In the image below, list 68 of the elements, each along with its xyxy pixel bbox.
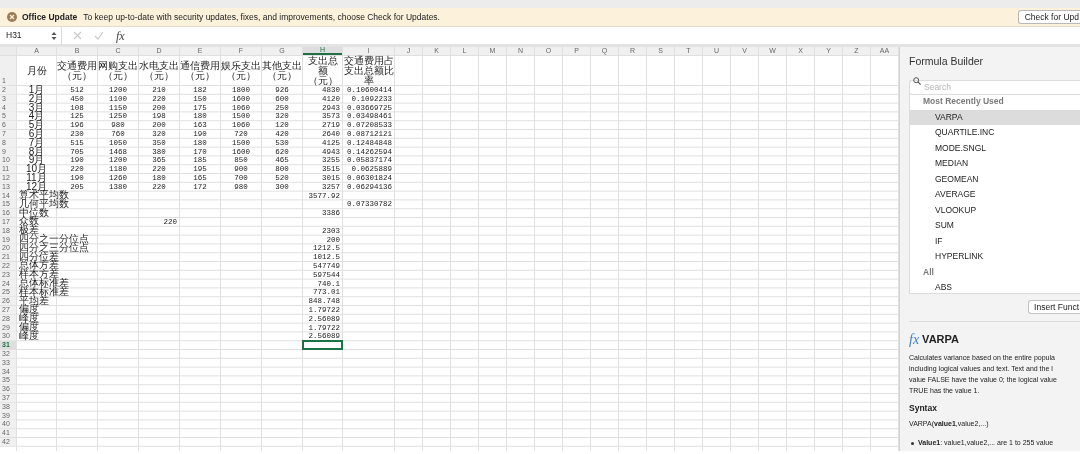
table-cell-text: 12月 bbox=[25, 182, 48, 191]
function-list-item[interactable]: GEOMEAN bbox=[910, 171, 1080, 187]
function-list-item[interactable]: MEDIAN bbox=[910, 156, 1080, 172]
table-cell-text: 2月 bbox=[27, 94, 46, 103]
table-cell: 样本方差 bbox=[19, 269, 59, 279]
table-cell: 偏度 bbox=[19, 305, 39, 314]
list-section-header: Most Recently Used bbox=[922, 95, 1005, 109]
function-list-item[interactable]: MODE.SNGL bbox=[910, 140, 1080, 156]
function-list-item[interactable]: IF bbox=[910, 233, 1080, 249]
table-cell: 总体方差 bbox=[19, 261, 59, 270]
table-cell-text: 网购支出（元） bbox=[98, 58, 138, 83]
table-cell-text: 11月 bbox=[25, 174, 48, 182]
bullet-icon bbox=[911, 442, 914, 445]
table-cell-text: 6月 bbox=[27, 130, 46, 138]
table-cell-text: 水电支出（元） bbox=[139, 58, 179, 83]
table-cell-text: 8月 bbox=[27, 147, 46, 156]
table-cell-text: 其他支出（元） bbox=[262, 58, 302, 83]
notification-title: Office Update bbox=[22, 10, 78, 24]
table-cell: 平均差 bbox=[19, 296, 49, 305]
insert-function-button[interactable]: fx bbox=[116, 26, 125, 45]
function-list-item[interactable]: AVERAGE bbox=[910, 187, 1080, 203]
function-list-item[interactable]: HYPERLINK bbox=[910, 249, 1080, 265]
table-cell: 几何平均数 bbox=[19, 199, 69, 209]
function-list-item[interactable]: VARPA bbox=[910, 109, 1080, 125]
checkmark-icon[interactable] bbox=[94, 31, 104, 40]
table-cell-text: 7月 bbox=[27, 138, 46, 147]
function-list-item[interactable]: ABS bbox=[910, 280, 1080, 296]
table-cell: 中位数 bbox=[19, 208, 49, 217]
table-cell-text: 娱乐支出（元） bbox=[221, 58, 261, 83]
table-cell: 极差 bbox=[19, 225, 39, 235]
table-cell-text: 1月 bbox=[27, 86, 46, 94]
search-icon bbox=[913, 77, 921, 85]
table-cell-text: 10月 bbox=[24, 165, 49, 173]
table-cell: 算术平均数 bbox=[19, 190, 69, 200]
function-list-item[interactable]: SUM bbox=[910, 218, 1080, 234]
function-list-item[interactable]: QUARTILE.INC bbox=[910, 125, 1080, 141]
active-cell[interactable] bbox=[302, 340, 343, 350]
function-name: VARPA bbox=[922, 331, 959, 347]
insert-function-button[interactable]: Insert Funct bbox=[1028, 300, 1080, 314]
table-cell: 四分之一分位点 bbox=[19, 234, 89, 244]
table-cell-text: 9月 bbox=[28, 156, 46, 165]
table-cell-text: 月份 bbox=[25, 63, 48, 78]
table-cell-text: 5月 bbox=[27, 121, 46, 129]
table-cell: 样本标准差 bbox=[19, 287, 69, 297]
table-cell-text: 通信费用（元） bbox=[180, 58, 220, 83]
list-section-header: All bbox=[922, 265, 935, 279]
table-cell: 偏度 bbox=[19, 322, 39, 332]
table-cell: 四分位差 bbox=[19, 252, 59, 261]
syntax-heading: Syntax bbox=[909, 402, 938, 415]
table-cell: 交通费用占支出总额比率 bbox=[343, 56, 394, 85]
table-cell: 四分之三分位点 bbox=[19, 243, 89, 253]
table-cell: 峰度 bbox=[19, 313, 39, 323]
check-for-updates-button[interactable]: Check for Upd bbox=[1017, 10, 1080, 24]
stepper-icon[interactable] bbox=[51, 30, 57, 41]
function-list-item[interactable]: VLOOKUP bbox=[910, 202, 1080, 218]
table-cell: 峰度 bbox=[19, 331, 39, 341]
table-cell-text: 支出总额（元） bbox=[306, 56, 338, 85]
name-box[interactable]: H31 bbox=[0, 25, 62, 46]
panel-title: Formula Builder bbox=[909, 54, 985, 69]
close-icon[interactable] bbox=[7, 12, 17, 22]
table-cell-text: 3月 bbox=[27, 103, 46, 112]
table-cell-text: 4月 bbox=[27, 112, 46, 121]
notification-message: To keep up-to-date with security updates, fixes, and improvements, choose Check for Updates. bbox=[83, 10, 440, 24]
search-field[interactable]: Search bbox=[909, 79, 1080, 95]
function-icon: fx bbox=[909, 328, 920, 350]
table-cell-text: 交通费用（元） bbox=[57, 58, 97, 83]
table-cell: 众数 bbox=[19, 217, 39, 226]
table-cell: 总体标准差 bbox=[19, 278, 69, 288]
